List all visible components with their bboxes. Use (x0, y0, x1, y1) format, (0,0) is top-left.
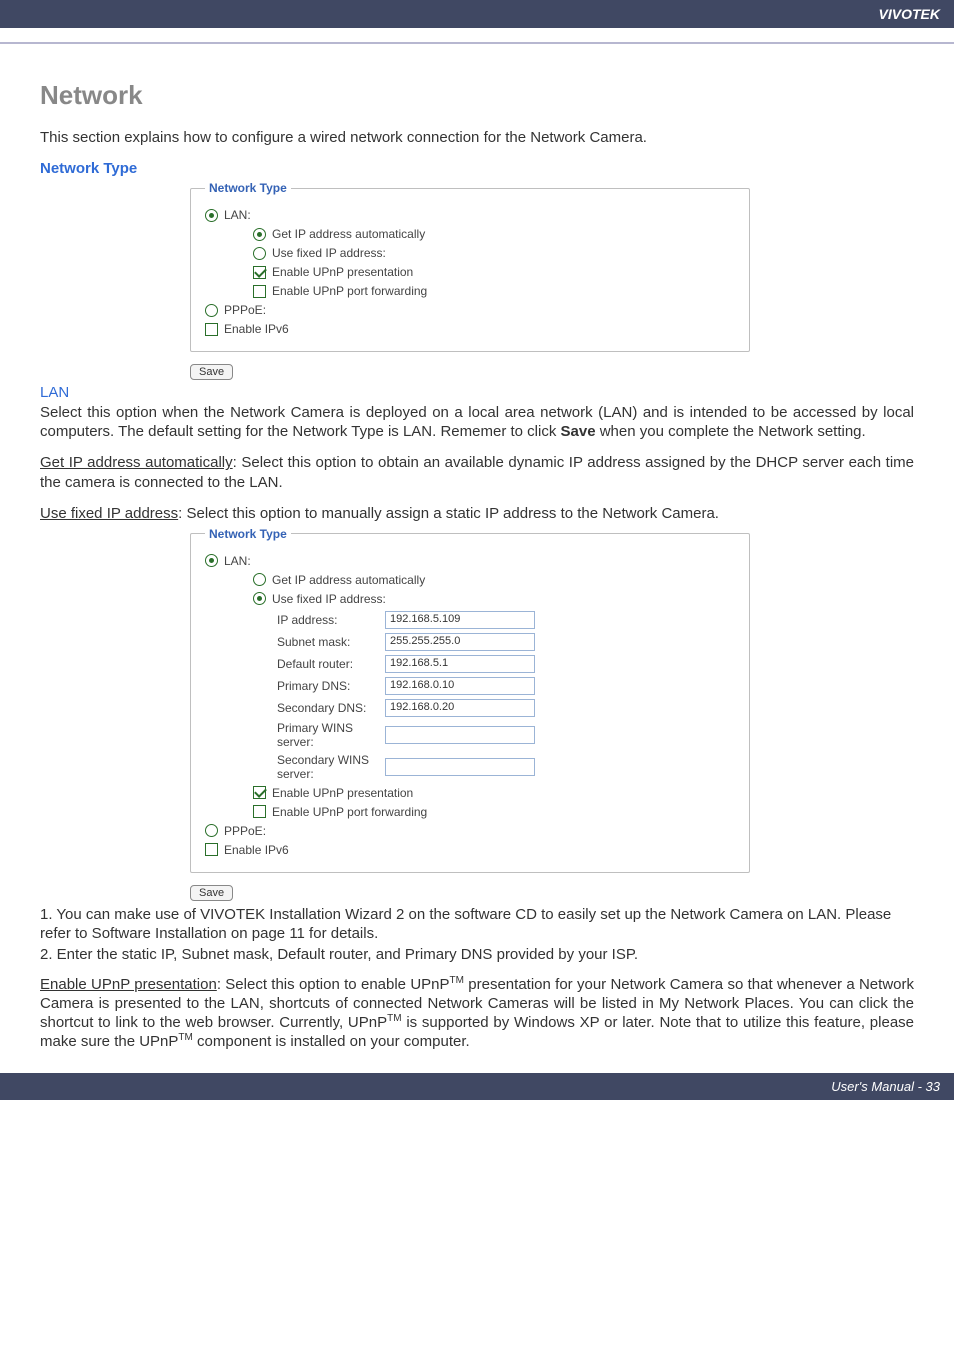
lan-label-2: LAN: (224, 554, 251, 568)
get-ip-radio-2[interactable] (253, 573, 266, 586)
subnet-input[interactable]: 255.255.255.0 (385, 633, 535, 651)
get-ip-label: Get IP address automatically (272, 227, 425, 241)
list-item: 1. You can make use of VIVOTEK Installat… (40, 905, 914, 943)
upnp-pres-checkbox-2[interactable] (253, 786, 266, 799)
use-fixed-radio[interactable] (253, 247, 266, 260)
upnp-pres-label: Enable UPnP presentation (272, 265, 413, 279)
use-fixed-label-2: Use fixed IP address: (272, 592, 386, 606)
get-ip-radio[interactable] (253, 228, 266, 241)
upnp-port-label-2: Enable UPnP port forwarding (272, 805, 427, 819)
subnet-label: Subnet mask: (205, 635, 385, 649)
pdns-input[interactable]: 192.168.0.10 (385, 677, 535, 695)
page-title: Network (40, 80, 914, 111)
header-brand: VIVOTEK (0, 0, 954, 28)
pppoe-radio[interactable] (205, 304, 218, 317)
pppoe-label: PPPoE: (224, 303, 266, 317)
instruction-list: 1. You can make use of VIVOTEK Installat… (40, 905, 914, 965)
network-type-box-2: Network Type LAN: Get IP address automat… (190, 527, 750, 873)
use-fixed-radio-2[interactable] (253, 592, 266, 605)
pppoe-radio-2[interactable] (205, 824, 218, 837)
upnp-pres-label-2: Enable UPnP presentation (272, 786, 413, 800)
sdns-label: Secondary DNS: (205, 701, 385, 715)
get-ip-label-2: Get IP address automatically (272, 573, 425, 587)
lan-label: LAN: (224, 208, 251, 222)
ip-input[interactable]: 192.168.5.109 (385, 611, 535, 629)
pwins-input[interactable] (385, 726, 535, 744)
upnp-port-label: Enable UPnP port forwarding (272, 284, 427, 298)
lan-subheading: LAN (40, 384, 914, 401)
ipv6-checkbox-2[interactable] (205, 843, 218, 856)
network-type-box-1: Network Type LAN: Get IP address automat… (190, 181, 750, 352)
router-label: Default router: (205, 657, 385, 671)
page-content: Network This section explains how to con… (0, 44, 954, 1051)
save-button[interactable]: Save (190, 364, 233, 380)
list-item: 2. Enter the static IP, Subnet mask, Def… (40, 945, 914, 964)
network-type-heading: Network Type (40, 160, 914, 177)
lan-radio-2[interactable] (205, 554, 218, 567)
ipv6-label-2: Enable IPv6 (224, 843, 289, 857)
sdns-input[interactable]: 192.168.0.20 (385, 699, 535, 717)
use-fixed-paragraph: Use fixed IP address: Select this option… (40, 504, 914, 523)
upnp-port-checkbox[interactable] (253, 285, 266, 298)
ipv6-checkbox[interactable] (205, 323, 218, 336)
intro-text: This section explains how to configure a… (40, 129, 914, 146)
ip-label: IP address: (205, 613, 385, 627)
lan-paragraph: Select this option when the Network Came… (40, 403, 914, 441)
fieldset-legend: Network Type (205, 181, 291, 195)
ipv6-label: Enable IPv6 (224, 322, 289, 336)
footer-page: User's Manual - 33 (0, 1073, 954, 1100)
upnp-paragraph: Enable UPnP presentation: Select this op… (40, 975, 914, 1052)
fieldset2-legend: Network Type (205, 527, 291, 541)
lan-radio[interactable] (205, 209, 218, 222)
pwins-label: Primary WINS server: (205, 721, 385, 749)
swins-label: Secondary WINS server: (205, 753, 385, 781)
pdns-label: Primary DNS: (205, 679, 385, 693)
swins-input[interactable] (385, 758, 535, 776)
save-button-2[interactable]: Save (190, 885, 233, 901)
router-input[interactable]: 192.168.5.1 (385, 655, 535, 673)
upnp-pres-checkbox[interactable] (253, 266, 266, 279)
use-fixed-label: Use fixed IP address: (272, 246, 386, 260)
get-ip-paragraph: Get IP address automatically: Select thi… (40, 453, 914, 491)
pppoe-label-2: PPPoE: (224, 824, 266, 838)
upnp-port-checkbox-2[interactable] (253, 805, 266, 818)
